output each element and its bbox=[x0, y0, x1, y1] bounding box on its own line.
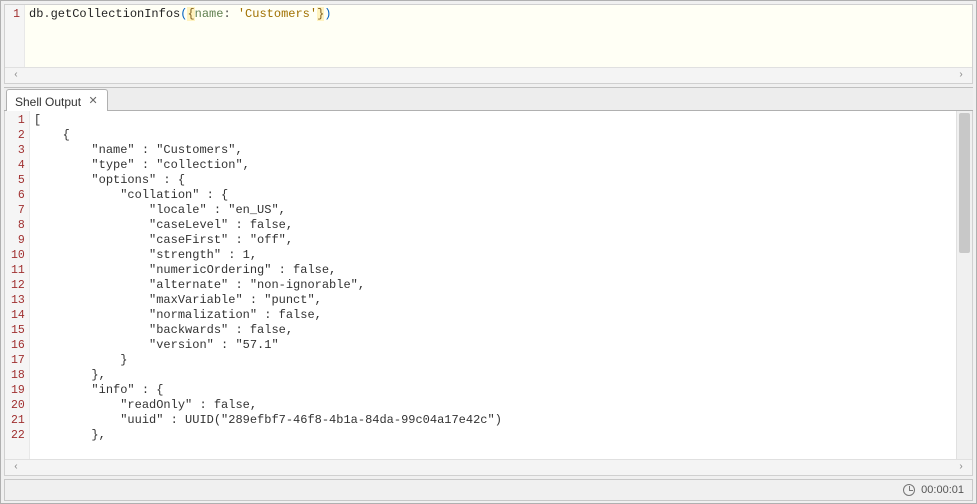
output-tabs-bar: Shell Output ✕ bbox=[4, 87, 973, 111]
scrollbar-thumb[interactable] bbox=[959, 113, 970, 253]
tab-label: Shell Output bbox=[15, 95, 81, 109]
scroll-left-icon[interactable]: ‹ bbox=[9, 70, 23, 81]
query-editor: 1 db.getCollectionInfos({name: 'Customer… bbox=[4, 4, 973, 84]
output-lines[interactable]: [ { "name" : "Customers", "type" : "coll… bbox=[30, 111, 956, 459]
output-vertical-scrollbar[interactable] bbox=[956, 111, 972, 459]
editor-lines[interactable]: db.getCollectionInfos({name: 'Customers'… bbox=[25, 5, 972, 67]
editor-code-area[interactable]: 1 db.getCollectionInfos({name: 'Customer… bbox=[5, 5, 972, 67]
scroll-left-icon[interactable]: ‹ bbox=[9, 462, 23, 473]
shell-output-pane: 12345678910111213141516171819202122 [ { … bbox=[4, 111, 973, 476]
output-horizontal-scrollbar[interactable]: ‹ › bbox=[5, 459, 972, 475]
output-code-area[interactable]: 12345678910111213141516171819202122 [ { … bbox=[5, 111, 972, 459]
clock-icon bbox=[903, 484, 915, 496]
elapsed-time: 00:00:01 bbox=[921, 484, 964, 496]
editor-gutter: 1 bbox=[5, 5, 25, 67]
tab-shell-output[interactable]: Shell Output ✕ bbox=[6, 89, 108, 111]
output-gutter: 12345678910111213141516171819202122 bbox=[5, 111, 30, 459]
status-bar: 00:00:01 bbox=[4, 479, 973, 501]
scroll-right-icon[interactable]: › bbox=[954, 462, 968, 473]
scroll-right-icon[interactable]: › bbox=[954, 70, 968, 81]
close-icon[interactable]: ✕ bbox=[87, 96, 99, 108]
editor-horizontal-scrollbar[interactable]: ‹ › bbox=[5, 67, 972, 83]
